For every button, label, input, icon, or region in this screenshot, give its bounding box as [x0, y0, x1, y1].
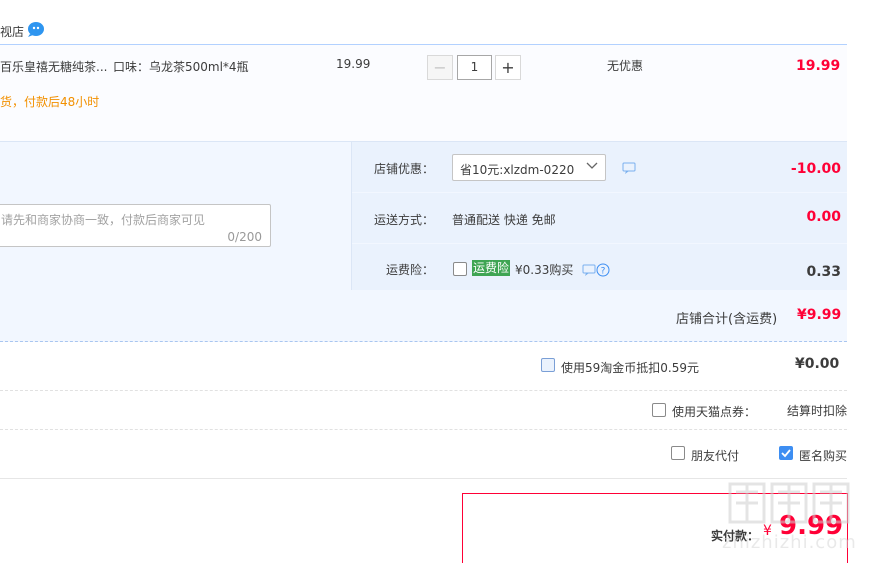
- tmall-points-note: 结算时扣除: [787, 404, 848, 418]
- item-subtotal: 19.99: [796, 58, 841, 74]
- shop-total-value: ¥9.99: [797, 307, 842, 323]
- quantity-input[interactable]: 1: [457, 55, 492, 80]
- memo-placeholder: 请先和商家协商一致，付款后商家可见: [1, 213, 206, 227]
- item-spec: 口味：乌龙茶500ml*4瓶: [113, 60, 249, 74]
- shipping-row: 运送方式： 普通配送 快递 免邮 0.00: [352, 193, 847, 243]
- svg-text:?: ?: [601, 267, 606, 277]
- shop-total-label: 店铺合计(含运费): [676, 312, 778, 327]
- tmall-points-checkbox[interactable]: [652, 403, 666, 417]
- tmall-points-label: 使用天猫点券：: [672, 405, 757, 419]
- friend-pay-checkbox[interactable]: [671, 446, 685, 460]
- item-title[interactable]: 百乐皇禧无糖纯茶...: [0, 58, 107, 75]
- shop-discount-selected: 省10元:xlzdm-0220: [460, 163, 575, 177]
- shop-total-row: 店铺合计(含运费) ¥9.99: [0, 290, 847, 342]
- shipping-note: 货，付款后48小时: [0, 95, 100, 109]
- wangwang-chat-icon[interactable]: [27, 21, 45, 37]
- shop-discount-row: 店铺优惠： 省10元:xlzdm-0220 -10.00: [352, 142, 847, 192]
- watermark-logo-icon: [728, 482, 850, 524]
- extra-options-row: 朋友代付 匿名购买: [0, 430, 847, 479]
- shop-discount-select[interactable]: 省10元:xlzdm-0220: [452, 154, 606, 181]
- insurance-value: 0.33: [806, 264, 841, 280]
- message-icon[interactable]: [582, 264, 596, 276]
- shipping-value: 0.00: [806, 209, 841, 225]
- shipping-label: 运送方式：: [373, 213, 434, 227]
- tmall-points-row: 使用天猫点券： 结算时扣除: [0, 391, 847, 430]
- coins-value: ¥0.00: [795, 356, 840, 372]
- item-price: 19.99: [336, 57, 371, 71]
- memo-field[interactable]: 请先和商家协商一致，付款后商家可见 0/200: [0, 204, 271, 247]
- coins-label: 使用59淘金币抵扣0.59元: [561, 361, 699, 375]
- watermark: zhizhizhi.com: [722, 478, 862, 558]
- insurance-price: ¥0.33购买: [515, 263, 574, 277]
- coins-checkbox[interactable]: [541, 358, 555, 372]
- shipping-method: 普通配送 快递 免邮: [452, 213, 556, 227]
- order-options: 请先和商家协商一致，付款后商家可见 0/200 店铺优惠： 省10元:xlzdm…: [0, 141, 847, 290]
- decrease-button[interactable]: −: [427, 55, 453, 80]
- insurance-checkbox[interactable]: [453, 262, 467, 276]
- chevron-down-icon: [586, 162, 598, 169]
- friend-pay-label: 朋友代付: [691, 449, 740, 463]
- memo-count: 0/200: [227, 230, 262, 244]
- shop-discount-label: 店铺优惠：: [373, 162, 434, 176]
- insurance-label: 运费险：: [385, 263, 434, 277]
- help-icon[interactable]: ?: [596, 263, 610, 277]
- anonymous-checkbox[interactable]: [779, 446, 793, 460]
- insurance-tag: 运费险: [472, 260, 511, 276]
- order-item: 百乐皇禧无糖纯茶... 口味：乌龙茶500ml*4瓶 19.99 − 1 + 无…: [0, 44, 847, 142]
- memo-area: 请先和商家协商一致，付款后商家可见 0/200: [0, 142, 352, 290]
- shop-discount-value: -10.00: [790, 161, 841, 177]
- item-promo: 无优惠: [607, 59, 644, 73]
- increase-button[interactable]: +: [495, 55, 521, 80]
- options-panel: 店铺优惠： 省10元:xlzdm-0220 -10.00 运送方式： 普通配送 …: [352, 142, 847, 290]
- insurance-row: 运费险： 运费险 ¥0.33购买 ? 0.33: [352, 244, 847, 290]
- message-icon[interactable]: [622, 162, 636, 174]
- watermark-text: zhizhizhi.com: [722, 532, 857, 553]
- checkmark-icon: [781, 449, 791, 458]
- shop-name[interactable]: 视店: [0, 23, 24, 40]
- coins-row: 使用59淘金币抵扣0.59元 ¥0.00: [0, 342, 847, 391]
- anonymous-label: 匿名购买: [799, 449, 848, 463]
